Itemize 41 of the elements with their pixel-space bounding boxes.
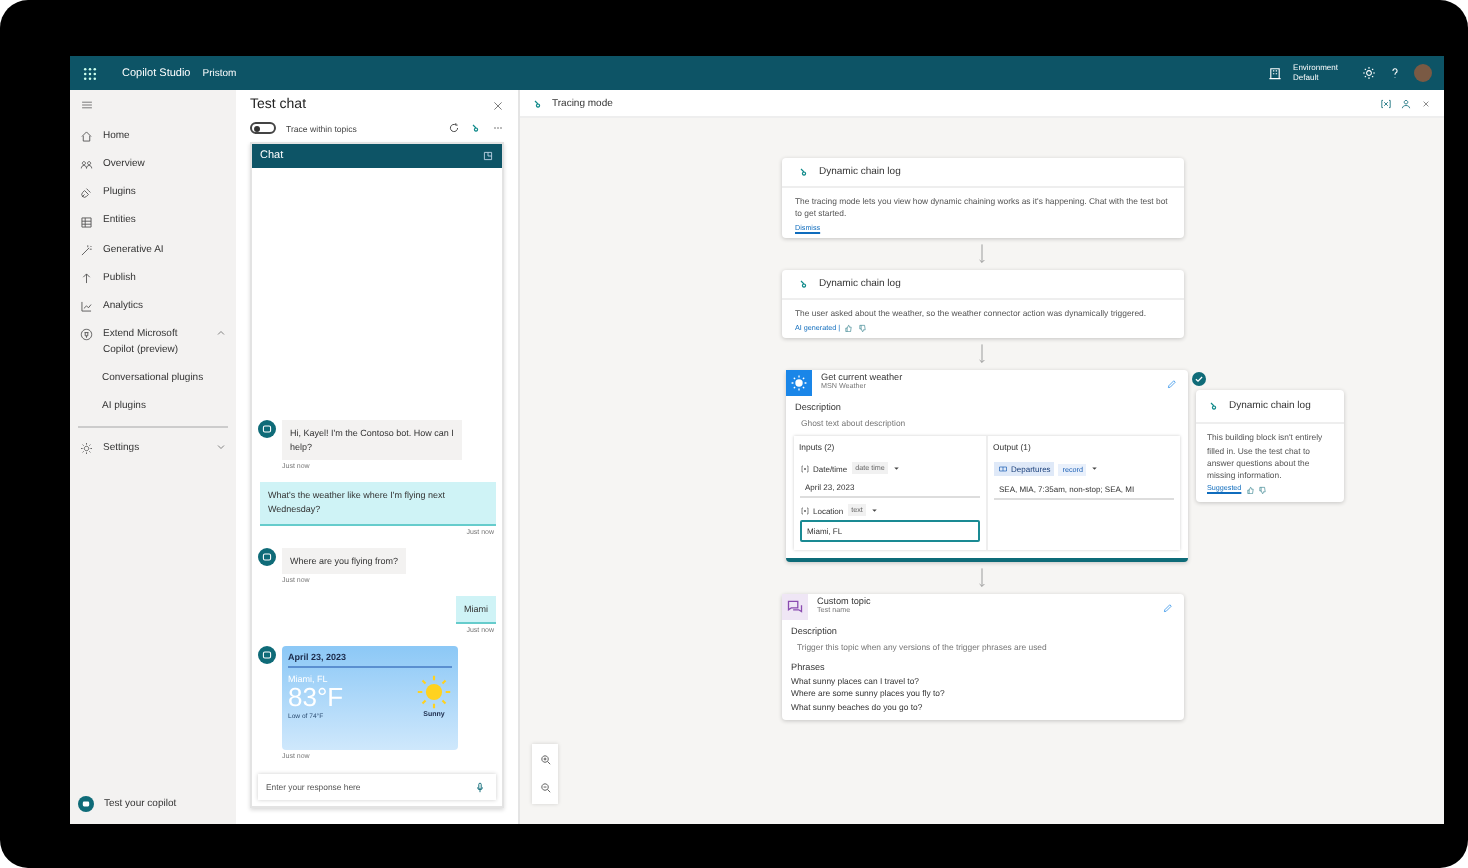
variable-icon[interactable] bbox=[1380, 97, 1392, 109]
dropdown-icon[interactable] bbox=[892, 463, 902, 473]
chart-icon bbox=[80, 300, 93, 314]
app-launcher-icon[interactable] bbox=[82, 65, 98, 81]
zoom-in-icon[interactable] bbox=[539, 754, 551, 766]
help-icon[interactable] bbox=[1388, 66, 1402, 80]
temperature: 83°F bbox=[288, 683, 344, 712]
chat-bubbles-icon bbox=[781, 594, 807, 621]
microphone-icon[interactable] bbox=[474, 781, 486, 793]
settings-icon[interactable] bbox=[1362, 66, 1376, 80]
sun-icon bbox=[416, 674, 452, 711]
people-icon bbox=[80, 158, 93, 172]
home-icon bbox=[80, 129, 93, 143]
bot-avatar-icon bbox=[258, 547, 276, 566]
upload-icon bbox=[80, 272, 93, 286]
edit-icon[interactable] bbox=[1161, 602, 1173, 615]
settings-icon bbox=[80, 441, 93, 455]
menu-icon[interactable] bbox=[80, 98, 94, 112]
dropdown-icon[interactable] bbox=[870, 505, 880, 515]
bot-avatar-icon bbox=[258, 419, 276, 438]
refresh-icon[interactable] bbox=[448, 122, 460, 134]
thumbs-up-icon[interactable] bbox=[844, 323, 854, 333]
thumbs-down-icon[interactable] bbox=[857, 323, 867, 333]
record-icon bbox=[997, 464, 1007, 475]
close-icon[interactable] bbox=[1420, 97, 1432, 109]
thumbs-up-icon[interactable] bbox=[1245, 485, 1255, 494]
variable-icon bbox=[799, 505, 809, 516]
bot-icon bbox=[78, 796, 94, 812]
toggle-switch[interactable] bbox=[250, 122, 276, 134]
close-icon[interactable] bbox=[492, 99, 504, 111]
wand-icon bbox=[80, 243, 93, 257]
zoom-out-icon[interactable] bbox=[539, 782, 551, 794]
building-icon bbox=[1267, 66, 1282, 80]
person-icon[interactable] bbox=[1400, 97, 1412, 109]
table-icon bbox=[80, 215, 93, 229]
edit-icon[interactable] bbox=[1165, 378, 1177, 391]
variable-icon bbox=[799, 463, 809, 474]
bot-avatar-icon bbox=[258, 646, 276, 664]
thumbs-down-icon[interactable] bbox=[1258, 485, 1268, 494]
popout-icon[interactable] bbox=[482, 150, 494, 162]
dropdown-icon[interactable] bbox=[1090, 464, 1100, 474]
